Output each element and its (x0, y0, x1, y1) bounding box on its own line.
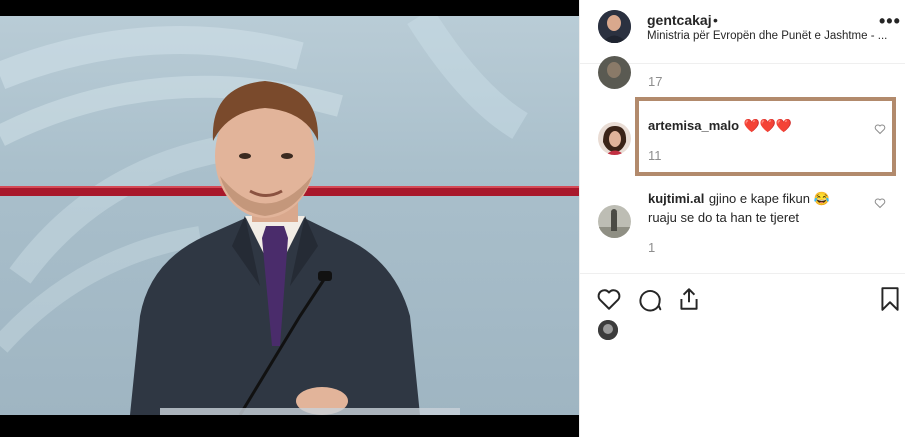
bookmark-icon[interactable] (877, 286, 903, 312)
comment-icon[interactable] (637, 286, 663, 312)
more-options-icon[interactable]: ••• (879, 12, 901, 30)
comment-like-icon[interactable] (874, 197, 886, 209)
post-header: gentcakaj • Ministria për Evropën dhe Pu… (580, 0, 905, 64)
post-location[interactable]: Ministria për Evropën dhe Punët e Jashtm… (647, 30, 887, 42)
post-photo[interactable] (0, 16, 579, 415)
share-icon[interactable] (676, 286, 702, 312)
commenter-avatar[interactable] (598, 205, 631, 238)
liker-avatar[interactable] (598, 320, 618, 340)
commenter-avatar[interactable] (598, 122, 631, 155)
heart-icon[interactable] (596, 286, 622, 312)
photo-illustration (0, 16, 579, 415)
comment-like-count[interactable]: 1 (648, 240, 655, 255)
commenter-username[interactable]: kujtimi.al (648, 191, 704, 206)
commenter-avatar[interactable] (598, 56, 631, 89)
author-username[interactable]: gentcakaj (647, 12, 712, 28)
post-photo-pane (0, 0, 579, 437)
author-avatar[interactable] (598, 10, 631, 43)
comment-like-count[interactable]: 17 (648, 74, 662, 89)
header-separator: • (713, 12, 718, 28)
post-actions-bar (580, 273, 905, 325)
comment-highlight-frame (635, 97, 896, 176)
comments-panel: gentcakaj • Ministria për Evropën dhe Pu… (579, 0, 905, 437)
